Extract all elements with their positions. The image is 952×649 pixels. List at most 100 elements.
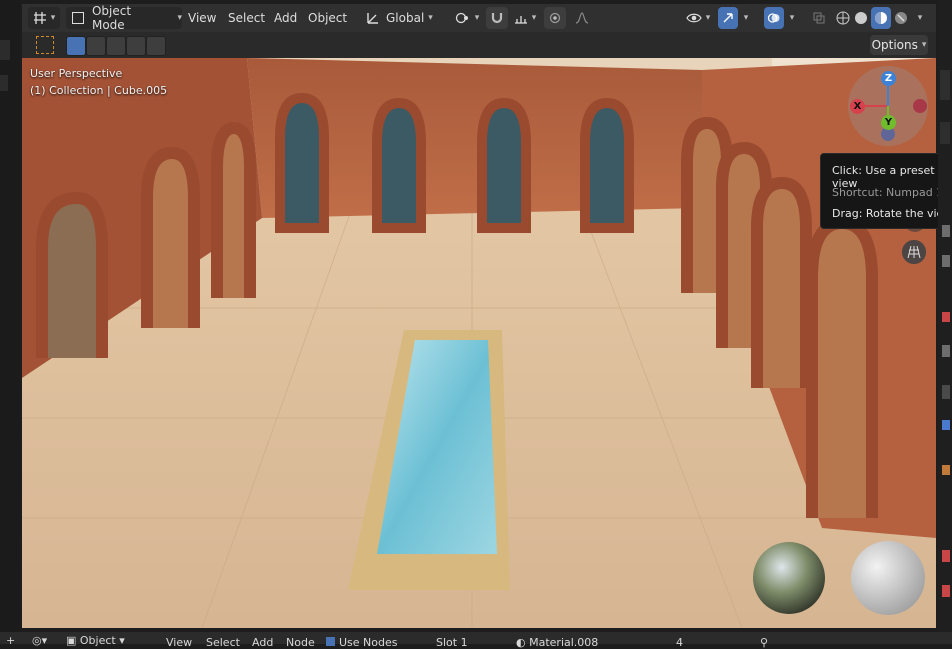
sidebar-tab[interactable] <box>940 70 950 100</box>
tool-icon[interactable] <box>942 345 950 357</box>
tool-icon[interactable] <box>942 465 950 475</box>
overlays-dropdown[interactable]: ▾ <box>784 7 800 29</box>
grid-perspective-icon <box>907 245 921 259</box>
select-mode-subtract[interactable] <box>106 36 126 56</box>
left-editor-strip <box>0 0 20 632</box>
arch <box>275 92 329 233</box>
overlays-toggle[interactable] <box>764 7 784 29</box>
left-strip-tab[interactable] <box>0 40 10 60</box>
node-menu-select[interactable]: Select <box>206 636 240 649</box>
axis-y-button[interactable]: Y <box>881 115 896 130</box>
slot-label: Slot 1 <box>436 636 468 649</box>
gizmo-icon <box>723 13 733 23</box>
arch <box>477 97 531 233</box>
arch <box>372 97 426 233</box>
viewport-header: ▾ Object Mode ▾ View Select Add Object Gl… <box>22 4 936 32</box>
perspective-toggle-button[interactable] <box>902 240 926 264</box>
options-label: Options <box>871 38 918 52</box>
axis-x-button[interactable]: X <box>850 99 865 114</box>
options-dropdown[interactable]: Options ▾ <box>870 35 928 55</box>
tool-icon[interactable] <box>942 385 950 399</box>
shading-solid[interactable] <box>852 7 870 29</box>
falloff-curve-icon <box>575 12 589 24</box>
select-mode-intersect[interactable] <box>146 36 166 56</box>
select-mode-new[interactable] <box>66 36 86 56</box>
menu-object[interactable]: Object <box>308 11 347 25</box>
snap-target-dropdown[interactable]: ▾ <box>510 7 540 29</box>
mode-label: Object Mode <box>91 4 132 32</box>
falloff-dropdown[interactable] <box>568 7 596 29</box>
arch <box>211 121 256 298</box>
tooltip-line-drag: Drag: Rotate the view <box>832 207 952 220</box>
shading-material-preview[interactable] <box>871 7 891 29</box>
gizmo-dropdown[interactable]: ▾ <box>738 7 754 29</box>
wireframe-sphere-icon <box>836 11 850 25</box>
snap-increment-icon <box>514 16 527 24</box>
proportional-edit-toggle[interactable] <box>544 7 566 29</box>
material-preview-sphere <box>851 541 925 615</box>
magnet-icon <box>491 13 503 24</box>
node-menu-node[interactable]: Node <box>286 636 315 649</box>
use-nodes-checkbox[interactable]: Use Nodes <box>326 636 398 649</box>
slot-dropdown[interactable]: Slot 1 <box>436 636 468 649</box>
perspective-label: User Perspective <box>30 67 123 80</box>
arch <box>36 191 108 358</box>
cube-icon <box>72 12 84 24</box>
sidebar-tab[interactable] <box>940 122 950 144</box>
editor-type-dropdown[interactable]: ◎▾ <box>32 634 47 647</box>
node-menu-add[interactable]: Add <box>252 636 273 649</box>
tool-icon[interactable] <box>942 585 950 597</box>
tool-icon[interactable] <box>942 550 950 562</box>
shader-type-label: Object <box>79 634 116 647</box>
material-selector[interactable]: ◐ Material.008 <box>516 636 598 649</box>
select-mode-difference[interactable] <box>126 36 146 56</box>
scene-render <box>22 58 936 628</box>
select-mode-extend[interactable] <box>86 36 106 56</box>
arch <box>141 146 200 328</box>
sidebar-tabs-strip <box>938 0 952 632</box>
add-icon[interactable]: + <box>6 634 15 647</box>
shading-wireframe[interactable] <box>834 7 852 29</box>
node-menu-view[interactable]: View <box>166 636 192 649</box>
menu-add[interactable]: Add <box>274 11 297 25</box>
tool-icon[interactable] <box>942 225 950 237</box>
3d-viewport[interactable]: User Perspective (1) Collection | Cube.0… <box>22 58 936 628</box>
pin-icon[interactable]: ⚲ <box>760 636 768 649</box>
xray-icon <box>813 12 825 24</box>
arch <box>751 176 812 388</box>
hdri-preview-sphere <box>753 542 825 614</box>
overlay-icon <box>767 13 780 23</box>
xray-toggle[interactable] <box>810 7 828 29</box>
menu-view[interactable]: View <box>188 11 216 25</box>
left-strip-tab[interactable] <box>0 75 8 91</box>
material-label: Material.008 <box>529 636 599 649</box>
shading-dropdown[interactable]: ▾ <box>912 7 928 29</box>
pivot-point-button[interactable]: ▾ <box>452 7 482 29</box>
gizmo-toggle[interactable] <box>718 7 738 29</box>
orientation-label: Global <box>386 11 425 25</box>
tool-icon[interactable] <box>942 420 950 430</box>
shader-type-dropdown[interactable]: ▣ Object ▾ <box>66 634 125 647</box>
editor-type-button[interactable]: ▾ <box>28 7 60 29</box>
tooltip: Click: Use a preset view Shortcut: Numpa… <box>820 153 952 229</box>
orientation-dropdown[interactable]: Global ▾ <box>366 7 444 29</box>
tool-icon[interactable] <box>942 312 950 322</box>
snap-toggle[interactable] <box>486 7 508 29</box>
menu-select[interactable]: Select <box>228 11 265 25</box>
pivot-icon <box>455 12 468 24</box>
tool-settings-bar: Options ▾ <box>22 32 936 58</box>
collection-label: (1) Collection | Cube.005 <box>30 84 168 97</box>
transform-orientation-icon <box>367 13 378 24</box>
material-sphere-icon <box>875 12 887 24</box>
solid-sphere-icon <box>855 12 867 24</box>
axis-z-button[interactable]: Z <box>881 71 896 86</box>
checkbox-checked-icon <box>326 637 335 646</box>
navigation-gizmo[interactable]: X Z Y <box>848 66 928 146</box>
tool-icon[interactable] <box>942 255 950 267</box>
shading-rendered[interactable] <box>892 7 910 29</box>
visibility-dropdown[interactable]: ▾ <box>682 7 714 29</box>
use-nodes-label: Use Nodes <box>339 636 398 649</box>
select-tool-icon[interactable] <box>36 36 54 54</box>
node-editor-header: + ◎▾ ▣ Object ▾ View Select Add Node Use… <box>0 632 952 649</box>
mode-dropdown[interactable]: Object Mode ▾ <box>66 4 182 32</box>
